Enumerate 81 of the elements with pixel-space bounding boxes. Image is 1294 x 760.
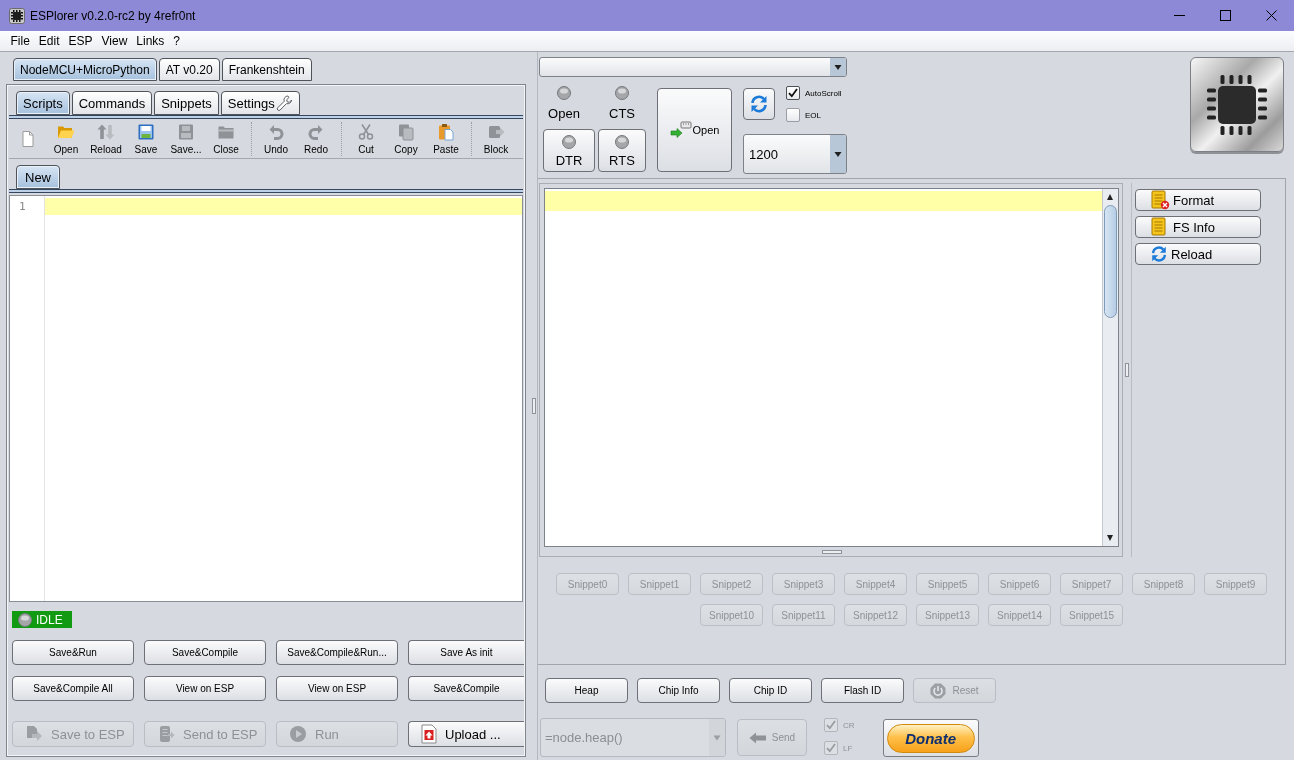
scroll-icon	[157, 725, 175, 743]
command-button[interactable]: Flash ID	[821, 678, 904, 703]
menu-item[interactable]: File	[6, 34, 35, 48]
left-arrow-icon	[748, 731, 767, 744]
file-tab[interactable]: New	[16, 165, 60, 189]
action-button[interactable]: Save&Compile	[144, 640, 266, 665]
menu-item[interactable]: View	[97, 34, 132, 48]
checkbox-label: LF	[843, 743, 853, 753]
caret-down-icon	[830, 135, 846, 173]
page-up-arrow-icon	[421, 724, 437, 744]
transfer-button[interactable]: Upload ...	[408, 721, 524, 747]
refresh-icon	[749, 94, 769, 114]
firmware-tab[interactable]: NodeMCU+MicroPython	[13, 58, 157, 81]
chip-icon	[9, 7, 25, 24]
tab[interactable]: Settings	[220, 91, 300, 115]
splitter-handle[interactable]	[1125, 363, 1129, 377]
file-system-button[interactable]: Reload	[1135, 243, 1261, 265]
scrollbar-track[interactable]	[1102, 189, 1118, 546]
window-title: ESPlorer v0.2.0-rc2 by 4refr0nt	[30, 8, 196, 23]
checkbox-label: AutoScroll	[805, 88, 842, 98]
line-number: 1	[18, 199, 27, 215]
baud-rate-select[interactable]: 1200	[743, 134, 847, 174]
caret-down-icon	[709, 719, 725, 756]
toolbar-button[interactable]: Open	[46, 119, 86, 158]
close-icon	[1265, 10, 1277, 21]
refresh-button[interactable]	[743, 88, 775, 120]
tab[interactable]: Scripts	[16, 91, 70, 115]
open-port-button[interactable]: Open	[657, 88, 732, 172]
minimize-icon	[1173, 15, 1185, 16]
toggle-button[interactable]: DTR	[543, 129, 595, 172]
caret-down-icon	[830, 58, 846, 76]
refresh-icon	[1150, 245, 1168, 263]
action-button[interactable]: Save&Compile All	[12, 676, 134, 701]
file-system-button[interactable]: Format	[1135, 189, 1261, 211]
action-button[interactable]: Save As init	[408, 640, 524, 665]
checkbox[interactable]	[786, 108, 800, 122]
play-circle-icon	[289, 725, 307, 743]
indicator-label: Open	[548, 106, 580, 121]
toolbar-button[interactable]: Save	[126, 119, 166, 158]
action-button[interactable]: Save&Run	[12, 640, 134, 665]
donate-button[interactable]: Donate	[882, 719, 979, 757]
check-icon	[788, 88, 798, 98]
scrollbar-thumb[interactable]	[1104, 205, 1117, 318]
tab[interactable]: Commands	[71, 91, 153, 115]
menu-item[interactable]: Edit	[34, 34, 65, 48]
menu-item[interactable]: ?	[168, 34, 185, 48]
port-select[interactable]	[539, 57, 847, 77]
action-button[interactable]: View on ESP	[144, 676, 266, 701]
toggle-button[interactable]: RTS	[598, 129, 646, 172]
command-button[interactable]: Heap	[545, 678, 628, 703]
status-text: IDLE	[36, 612, 63, 627]
action-button[interactable]: Save&Compile	[408, 676, 524, 701]
power-icon	[930, 682, 947, 699]
led-icon	[18, 612, 32, 627]
checkbox[interactable]	[786, 86, 800, 100]
toolbar-button[interactable]: Paste	[426, 119, 466, 158]
maximize-icon	[1219, 10, 1231, 21]
menu-item[interactable]: Links	[131, 34, 169, 48]
chip-icon	[1206, 73, 1268, 136]
splitter-handle[interactable]	[821, 549, 842, 554]
tab[interactable]: Snippets	[154, 91, 219, 115]
menu-item[interactable]: ESP	[64, 34, 98, 48]
checkbox-label: EOL	[805, 110, 821, 120]
firmware-tab[interactable]: Frankenshtein	[221, 58, 312, 81]
firmware-tab[interactable]: AT v0.20	[158, 58, 220, 81]
splitter-handle[interactable]	[531, 398, 536, 414]
drawer-cross-icon	[1150, 190, 1170, 210]
wrench-icon	[275, 94, 293, 112]
checkbox-label: CR	[843, 720, 855, 730]
action-button[interactable]: View on ESP	[276, 676, 398, 701]
check-icon	[826, 743, 836, 753]
check-icon	[826, 720, 836, 730]
indicator-label: CTS	[609, 106, 635, 121]
code-editor[interactable]: 1	[9, 195, 523, 602]
command-button[interactable]: Chip Info	[637, 678, 720, 703]
command-button[interactable]: Chip ID	[729, 678, 812, 703]
page-arrow-icon	[25, 725, 43, 743]
action-button[interactable]: Save&Compile&Run...	[276, 640, 398, 665]
plug-arrow-icon	[669, 121, 692, 139]
chip-button[interactable]	[1190, 57, 1284, 152]
file-system-button[interactable]: FS Info	[1135, 216, 1261, 238]
